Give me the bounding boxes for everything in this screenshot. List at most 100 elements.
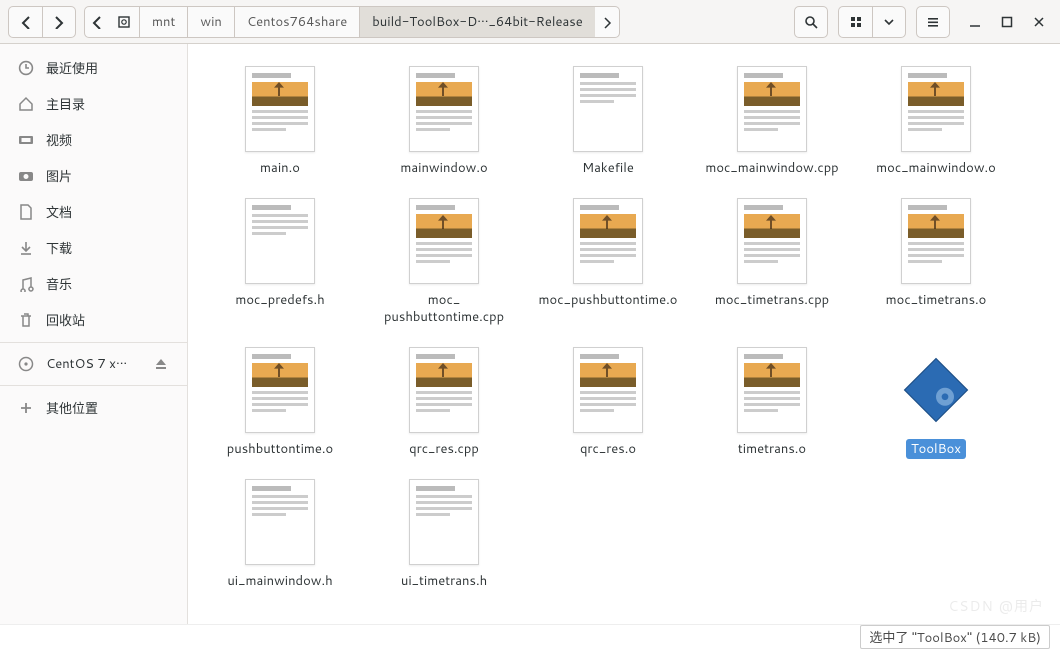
sidebar-item-documents[interactable]: 文档 bbox=[0, 194, 187, 230]
file-label: moc_​timetrans.o bbox=[881, 290, 992, 310]
file-item[interactable]: moc_​timetrans.cpp bbox=[692, 194, 852, 331]
file-label: timetrans.o bbox=[733, 439, 811, 459]
file-label: Makefile bbox=[577, 158, 639, 178]
file-label: moc_​predefs.h bbox=[230, 290, 329, 310]
file-label: pushbuttontime.o bbox=[222, 439, 338, 459]
path-prev-icon[interactable] bbox=[85, 7, 109, 37]
path-segment[interactable]: build-ToolBox-D···_64bit-Release bbox=[360, 7, 594, 37]
back-button[interactable] bbox=[8, 6, 42, 38]
path-next-icon[interactable] bbox=[595, 7, 619, 37]
camera-icon bbox=[18, 168, 34, 184]
sidebar-item-label: 文档 bbox=[46, 202, 72, 222]
sidebar-item-recent[interactable]: 最近使用 bbox=[0, 50, 187, 86]
file-icon bbox=[18, 204, 34, 220]
sidebar-item-label: 其他位置 bbox=[46, 398, 98, 418]
file-thumbnail bbox=[573, 66, 643, 152]
file-item[interactable]: qrc_​res.cpp bbox=[364, 343, 524, 463]
path-segment[interactable]: win bbox=[188, 7, 235, 37]
sidebar-volume[interactable]: CentOS 7 x··· bbox=[0, 347, 187, 381]
file-item[interactable]: ui_​timetrans.h bbox=[364, 475, 524, 595]
file-item[interactable]: pushbuttontime.o bbox=[200, 343, 360, 463]
window-close-button[interactable] bbox=[1032, 15, 1046, 29]
sidebar-item-label: CentOS 7 x··· bbox=[46, 355, 127, 373]
file-label: qrc_​res.cpp bbox=[404, 439, 484, 459]
sidebar-item-label: 下载 bbox=[46, 238, 72, 258]
sidebar-item-label: 主目录 bbox=[46, 94, 85, 114]
file-label: moc_​pushbuttontime.cpp bbox=[369, 290, 519, 327]
sidebar-item-label: 图片 bbox=[46, 166, 72, 186]
file-thumbnail bbox=[409, 198, 479, 284]
sidebar-item-label: 音乐 bbox=[46, 274, 72, 294]
file-thumbnail bbox=[409, 479, 479, 565]
window-minimize-button[interactable] bbox=[968, 15, 982, 29]
file-label: moc_​timetrans.cpp bbox=[710, 290, 834, 310]
file-item[interactable]: moc_​pushbuttontime.o bbox=[528, 194, 688, 331]
path-root-icon[interactable] bbox=[109, 7, 140, 37]
status-bar: 选中了 "ToolBox" (140.7 kB) bbox=[0, 624, 1060, 648]
file-label: moc_​mainwindow.o bbox=[871, 158, 1001, 178]
file-label: qrc_​res.o bbox=[575, 439, 641, 459]
sidebar-item-pictures[interactable]: 图片 bbox=[0, 158, 187, 194]
window-maximize-button[interactable] bbox=[1000, 15, 1014, 29]
disc-icon bbox=[18, 356, 34, 372]
file-label: ui_​mainwindow.h bbox=[222, 571, 337, 591]
file-label: moc_​pushbuttontime.o bbox=[534, 290, 683, 310]
file-thumbnail bbox=[901, 66, 971, 152]
header-toolbar: mntwinCentos764sharebuild-ToolBox-D···_6… bbox=[0, 0, 1060, 44]
file-thumbnail bbox=[245, 479, 315, 565]
sidebar-other-locations[interactable]: 其他位置 bbox=[0, 390, 187, 426]
sidebar-item-downloads[interactable]: 下载 bbox=[0, 230, 187, 266]
view-options-button[interactable] bbox=[872, 6, 906, 38]
video-icon bbox=[18, 132, 34, 148]
file-item[interactable]: moc_​timetrans.o bbox=[856, 194, 1016, 331]
status-text: 选中了 "ToolBox" (140.7 kB) bbox=[860, 625, 1050, 649]
file-thumbnail bbox=[245, 198, 315, 284]
sidebar-item-label: 视频 bbox=[46, 130, 72, 150]
hamburger-menu-button[interactable] bbox=[916, 6, 950, 38]
file-item[interactable]: main.o bbox=[200, 62, 360, 182]
file-thumbnail bbox=[737, 198, 807, 284]
file-thumbnail bbox=[901, 198, 971, 284]
music-icon bbox=[18, 276, 34, 292]
file-label: main.o bbox=[255, 158, 305, 178]
file-item[interactable]: ToolBox bbox=[856, 343, 1016, 463]
file-item[interactable]: mainwindow.o bbox=[364, 62, 524, 182]
file-thumbnail bbox=[245, 66, 315, 152]
file-item[interactable]: timetrans.o bbox=[692, 343, 852, 463]
search-button[interactable] bbox=[794, 6, 828, 38]
file-item[interactable]: ui_​mainwindow.h bbox=[200, 475, 360, 595]
file-label: ui_​timetrans.h bbox=[396, 571, 492, 591]
file-item[interactable]: moc_​pushbuttontime.cpp bbox=[364, 194, 524, 331]
path-segment[interactable]: Centos764share bbox=[235, 7, 360, 37]
file-label: mainwindow.o bbox=[395, 158, 492, 178]
executable-icon bbox=[896, 347, 976, 433]
sidebar-item-videos[interactable]: 视频 bbox=[0, 122, 187, 158]
places-sidebar: 最近使用主目录视频图片文档下载音乐回收站 CentOS 7 x··· 其他位置 bbox=[0, 44, 188, 624]
file-thumbnail bbox=[737, 66, 807, 152]
sidebar-item-music[interactable]: 音乐 bbox=[0, 266, 187, 302]
view-grid-button[interactable] bbox=[838, 6, 872, 38]
eject-icon[interactable] bbox=[153, 356, 169, 372]
file-icon-view[interactable]: main.o mainwindow.o Makefile moc_​mainwindo… bbox=[188, 44, 1060, 624]
file-item[interactable]: moc_​mainwindow.o bbox=[856, 62, 1016, 182]
file-item[interactable]: moc_​mainwindow.cpp bbox=[692, 62, 852, 182]
download-icon bbox=[18, 240, 34, 256]
file-thumbnail bbox=[573, 347, 643, 433]
path-bar: mntwinCentos764sharebuild-ToolBox-D···_6… bbox=[84, 6, 620, 38]
sidebar-item-label: 最近使用 bbox=[46, 58, 98, 78]
trash-icon bbox=[18, 312, 34, 328]
file-thumbnail bbox=[409, 347, 479, 433]
file-label: ToolBox bbox=[906, 439, 966, 459]
clock-icon bbox=[18, 60, 34, 76]
forward-button[interactable] bbox=[42, 6, 76, 38]
sidebar-item-home[interactable]: 主目录 bbox=[0, 86, 187, 122]
sidebar-item-label: 回收站 bbox=[46, 310, 85, 330]
file-thumbnail bbox=[573, 198, 643, 284]
file-item[interactable]: moc_​predefs.h bbox=[200, 194, 360, 331]
sidebar-item-trash[interactable]: 回收站 bbox=[0, 302, 187, 338]
file-thumbnail bbox=[245, 347, 315, 433]
file-item[interactable]: qrc_​res.o bbox=[528, 343, 688, 463]
file-item[interactable]: Makefile bbox=[528, 62, 688, 182]
home-icon bbox=[18, 96, 34, 112]
path-segment[interactable]: mnt bbox=[140, 7, 188, 37]
